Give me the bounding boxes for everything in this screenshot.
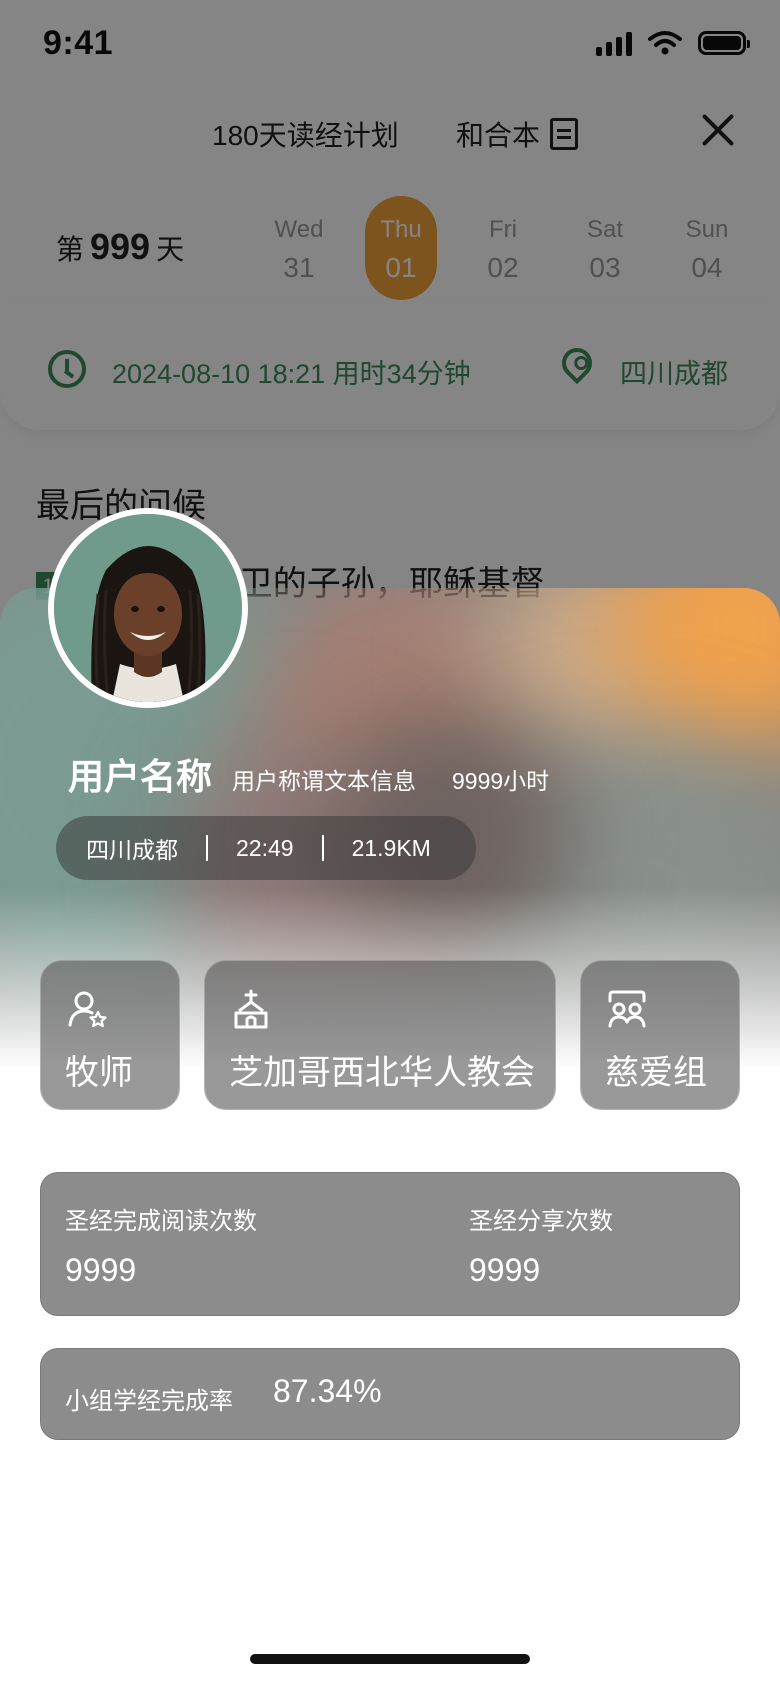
user-meta-pill: 四川成都 22:49 21.9KM <box>56 816 476 880</box>
stat-shares: 圣经分享次数 9999 <box>469 1201 613 1289</box>
role-pastor-label: 牧师 <box>65 1054 133 1092</box>
role-church-label: 芝加哥西北华人教会 <box>229 1054 535 1092</box>
reading-stats-card: 圣经完成阅读次数 9999 圣经分享次数 9999 <box>40 1172 740 1316</box>
meta-divider <box>206 835 208 861</box>
user-name: 用户名称 <box>68 756 213 797</box>
role-card-pastor[interactable]: 牧师 <box>40 960 180 1110</box>
pastor-icon <box>68 991 107 1028</box>
church-icon <box>234 989 268 1029</box>
meta-time: 22:49 <box>236 834 294 861</box>
stat-shares-label: 圣经分享次数 <box>469 1208 613 1235</box>
user-info-row: 用户名称 用户称谓文本信息 9999小时 <box>68 748 549 798</box>
role-group-label: 慈爱组 <box>605 1054 707 1092</box>
role-card-church[interactable]: 芝加哥西北华人教会 <box>204 960 556 1110</box>
user-title: 用户称谓文本信息 <box>232 768 417 794</box>
group-icon <box>608 990 646 1028</box>
role-card-group[interactable]: 慈爱组 <box>580 960 740 1110</box>
meta-location: 四川成都 <box>86 837 178 863</box>
home-indicator[interactable] <box>250 1654 530 1664</box>
meta-divider <box>321 835 324 861</box>
stat-reads-label: 圣经完成阅读次数 <box>65 1208 257 1235</box>
user-hours: 9999小时 <box>452 768 550 794</box>
stat-shares-value: 9999 <box>469 1252 541 1288</box>
meta-distance: 21.9KM <box>351 834 431 861</box>
rate-value: 87.34% <box>273 1373 382 1409</box>
stat-reads: 圣经完成阅读次数 9999 <box>65 1201 257 1289</box>
avatar[interactable] <box>48 508 248 708</box>
stat-reads-value: 9999 <box>65 1252 137 1288</box>
avatar-image <box>54 514 242 702</box>
group-rate-card: 小组学经完成率 87.34% <box>40 1348 740 1440</box>
rate-label: 小组学经完成率 <box>65 1388 233 1415</box>
